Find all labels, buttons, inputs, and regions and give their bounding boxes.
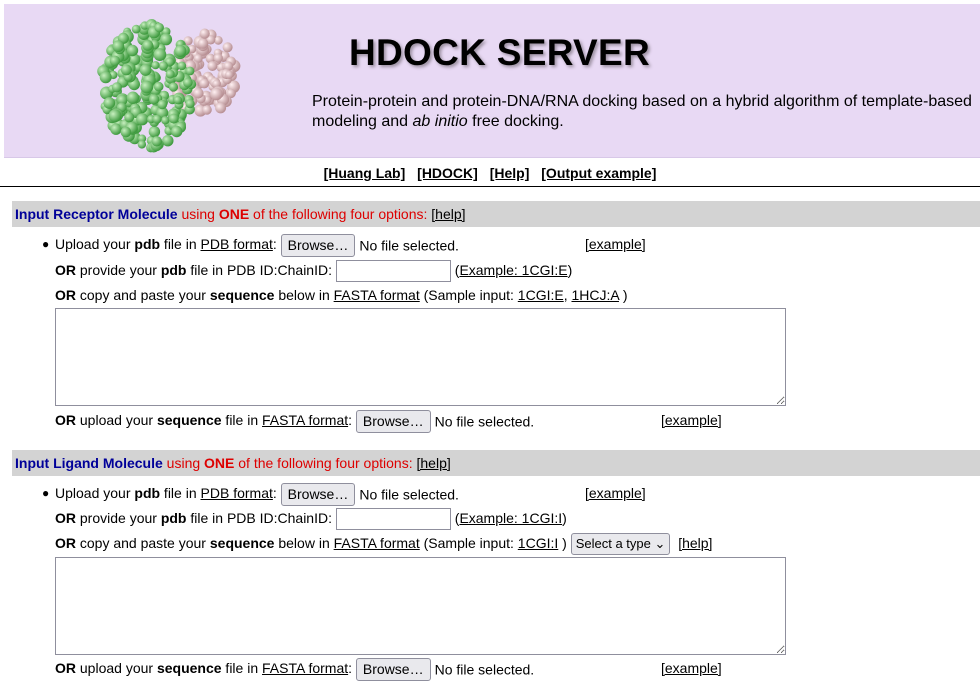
fasta-format-link[interactable]: FASTA format <box>334 287 420 303</box>
fasta-format-link[interactable]: FASTA format <box>262 660 348 676</box>
ligand-seq-row: OR copy and paste your sequence below in… <box>55 532 712 556</box>
ligand-pdb-file-status: No file selected. <box>359 486 459 503</box>
receptor-seq-file-status: No file selected. <box>434 413 535 430</box>
ligand-pdbid-input[interactable] <box>335 508 451 531</box>
ligand-seqfile-row: OR upload your sequence file in FASTA fo… <box>55 657 534 681</box>
receptor-pdbid-example-link[interactable]: Example: 1CGI:E <box>459 262 567 278</box>
divider <box>0 186 980 187</box>
pdb-format-link[interactable]: PDB format <box>201 236 273 252</box>
receptor-pdb-browse-button[interactable]: Browse… <box>280 233 356 257</box>
receptor-section-header: Input Receptor Molecule using ONE of the… <box>12 201 980 227</box>
pdb-format-link[interactable]: PDB format <box>201 485 273 501</box>
receptor-help-link[interactable]: [help] <box>431 206 465 222</box>
ligand-seq-example-link[interactable]: [example] <box>661 657 722 679</box>
nav-help[interactable]: [Help] <box>490 165 530 181</box>
top-nav: [Huang Lab] [HDOCK] [Help] [Output examp… <box>0 165 980 181</box>
ligand-pdbid-example-link[interactable]: Example: 1CGI:I <box>459 510 562 526</box>
receptor-pdb-example-link[interactable]: [example] <box>585 233 646 255</box>
protein-complex-logo <box>97 19 241 153</box>
nav-hdock[interactable]: [HDOCK] <box>417 165 478 181</box>
receptor-sequence-textarea[interactable] <box>55 308 786 406</box>
ligand-upload-row: ● Upload your pdb file in PDB format: Br… <box>42 482 459 506</box>
ligand-pdb-browse-button[interactable]: Browse… <box>280 482 356 506</box>
bullet-icon: ● <box>42 486 50 500</box>
receptor-seq-browse-button[interactable]: Browse… <box>355 409 431 433</box>
ligand-sequence-textarea[interactable] <box>55 557 786 655</box>
receptor-pdb-file-status: No file selected. <box>359 237 459 254</box>
receptor-seq-example-link[interactable]: [example] <box>661 409 722 431</box>
sample-1cgi-e-link[interactable]: 1CGI:E <box>518 287 564 303</box>
ligand-section-header: Input Ligand Molecule using ONE of the f… <box>12 450 980 476</box>
ligand-type-select[interactable]: Select a type ⌄ <box>570 533 671 556</box>
sample-1hcj-a-link[interactable]: 1HCJ:A <box>571 287 618 303</box>
ligand-pdb-example-link[interactable]: [example] <box>585 482 646 504</box>
ligand-pdbid-row: OR provide your pdb file in PDB ID:Chain… <box>55 507 567 531</box>
fasta-format-link[interactable]: FASTA format <box>262 412 348 428</box>
receptor-seqfile-row: OR upload your sequence file in FASTA fo… <box>55 409 534 433</box>
page-title: HDOCK SERVER <box>349 32 651 73</box>
page-header: HDOCK SERVER Protein-protein and protein… <box>4 4 980 158</box>
sample-1cgi-i-link[interactable]: 1CGI:I <box>518 535 558 551</box>
receptor-pdbid-input[interactable] <box>335 260 451 283</box>
ligand-seq-browse-button[interactable]: Browse… <box>355 657 431 681</box>
receptor-pdbid-row: OR provide your pdb file in PDB ID:Chain… <box>55 259 572 283</box>
nav-huang-lab[interactable]: [Huang Lab] <box>324 165 406 181</box>
ligand-help-link[interactable]: [help] <box>417 455 451 471</box>
chevron-down-icon: ⌄ <box>654 536 666 552</box>
bullet-icon: ● <box>42 237 50 251</box>
page-subtitle: Protein-protein and protein-DNA/RNA dock… <box>312 93 972 130</box>
nav-output-example[interactable]: [Output example] <box>541 165 656 181</box>
ligand-seq-file-status: No file selected. <box>434 661 535 678</box>
ligand-type-help-link[interactable]: [help] <box>678 535 712 551</box>
receptor-seq-row: OR copy and paste your sequence below in… <box>55 287 628 303</box>
fasta-format-link[interactable]: FASTA format <box>334 535 420 551</box>
receptor-upload-row: ● Upload your pdb file in PDB format: Br… <box>42 233 459 257</box>
